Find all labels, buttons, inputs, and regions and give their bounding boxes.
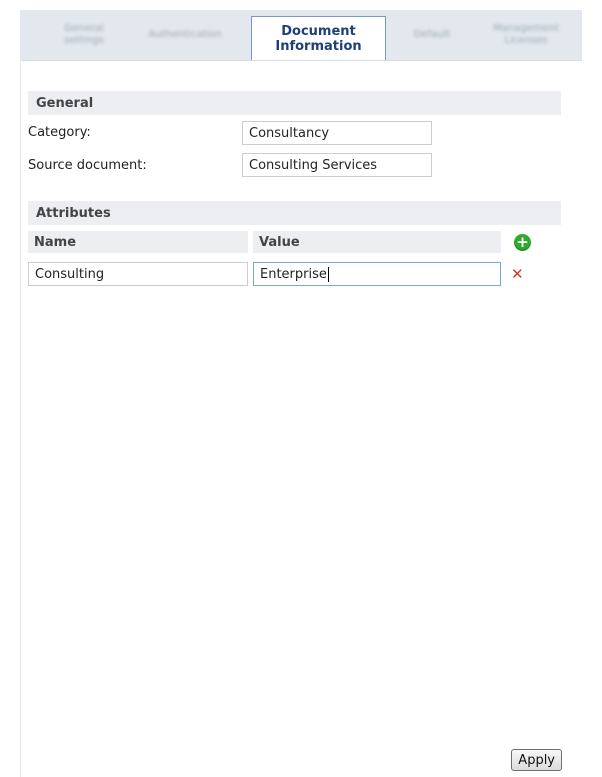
attributes-value-column-header: Value <box>253 231 501 253</box>
remove-x-icon[interactable]: ✕ <box>511 266 524 282</box>
category-input[interactable]: Consultancy <box>242 121 432 145</box>
attribute-value-text: Enterprise <box>260 266 327 282</box>
apply-button[interactable]: Apply <box>511 749 562 771</box>
tab-divider <box>20 60 582 61</box>
attributes-name-column-header: Name <box>28 231 248 253</box>
text-caret <box>327 266 329 282</box>
tab-default[interactable]: Default <box>396 10 468 60</box>
panel-border <box>20 61 21 777</box>
tab-strip: General settings Authentication Document… <box>20 10 582 60</box>
tab-authentication[interactable]: Authentication <box>130 10 240 60</box>
general-section-header: General <box>28 91 561 115</box>
document-information-panel: General Category: Consultancy Source doc… <box>22 73 582 777</box>
source-document-label: Source document: <box>28 158 147 173</box>
attribute-value-input[interactable]: Enterprise <box>253 262 501 286</box>
tab-management-licenses[interactable]: Management Licenses <box>478 10 574 60</box>
add-circle-icon[interactable]: + <box>514 234 531 251</box>
tab-general-settings[interactable]: General settings <box>48 10 120 60</box>
attribute-name-input[interactable]: Consulting <box>28 262 248 286</box>
attributes-section-header: Attributes <box>28 201 561 225</box>
source-document-input[interactable]: Consulting Services <box>242 153 432 177</box>
category-label: Category: <box>28 125 91 140</box>
tab-document-information[interactable]: Document Information <box>251 16 386 60</box>
